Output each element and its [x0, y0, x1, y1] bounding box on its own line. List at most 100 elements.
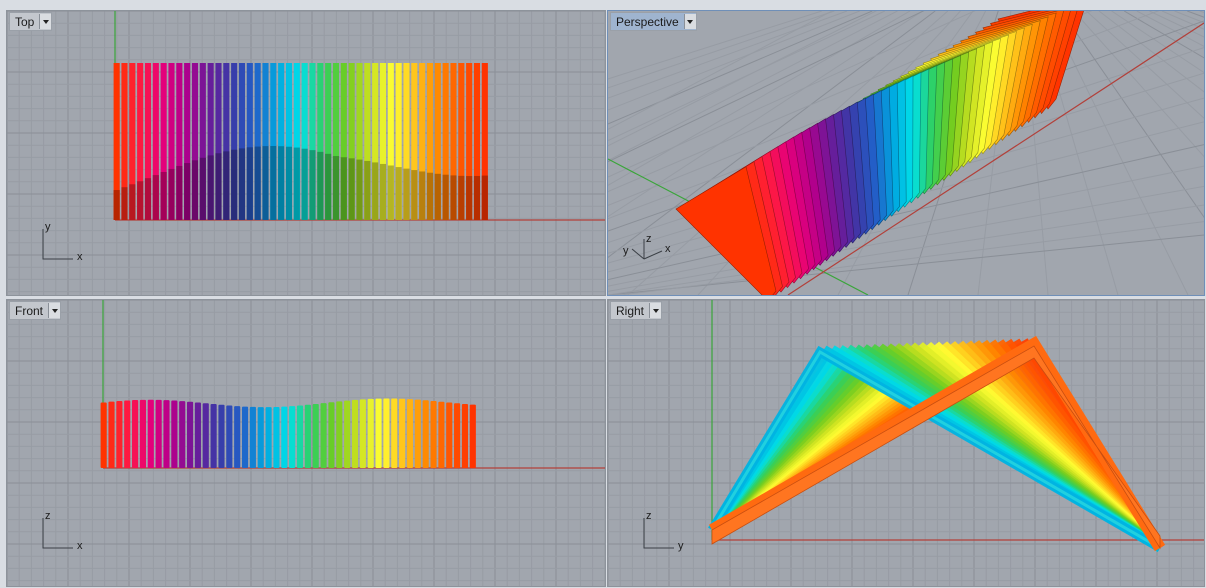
fin-top-shade	[364, 160, 371, 220]
fin-front	[383, 398, 390, 468]
fin-top-shade	[207, 155, 214, 220]
fin-front	[116, 401, 123, 468]
fin-top-shade	[199, 157, 206, 220]
fin-top-shade	[137, 181, 144, 220]
perspective-viewport-canvas[interactable]	[608, 11, 1204, 295]
fin-top-shade	[419, 171, 426, 220]
fin-top-shade	[379, 163, 387, 220]
fin-front	[241, 406, 249, 468]
fin-top-shade	[270, 146, 277, 220]
fin-top-shade	[301, 148, 308, 220]
axis-gizmo: z y	[636, 506, 696, 556]
fin-top-shade	[332, 156, 340, 220]
right-viewport[interactable]: Right z y	[607, 299, 1205, 587]
fin-front	[257, 407, 264, 468]
fin-front	[391, 398, 398, 468]
fin-top-shade	[285, 146, 293, 220]
fin-top-shade	[387, 165, 394, 220]
fin-front	[281, 406, 288, 468]
fin-top-shade	[184, 163, 191, 220]
fin-front	[108, 401, 115, 468]
axis-label-vertical: y	[45, 221, 51, 233]
viewport-tab-perspective[interactable]: Perspective	[610, 12, 697, 31]
fin-front	[163, 400, 170, 468]
fin-front	[171, 400, 178, 468]
axis-gizmo: z x y	[622, 225, 682, 275]
fin-front	[469, 404, 476, 468]
fin-front	[296, 405, 304, 468]
fin-top-shade	[348, 158, 355, 220]
fin-top-shade	[356, 159, 363, 220]
fin-top-shade	[372, 162, 379, 220]
fin-front	[461, 403, 469, 468]
fin-front	[210, 404, 217, 468]
fin-front	[186, 401, 194, 468]
fin-front	[414, 399, 421, 468]
fin-top-shade	[403, 168, 410, 220]
fin-front	[328, 402, 335, 468]
fin-top-shade	[293, 147, 300, 220]
axis-label-horizontal: x	[77, 251, 83, 263]
viewport-tab-front[interactable]: Front	[9, 301, 62, 320]
chevron-down-icon[interactable]	[39, 14, 52, 29]
fin-top-shade	[152, 175, 159, 220]
fin-front	[320, 403, 327, 468]
fin-top-shade	[129, 184, 136, 220]
axis-label-y: y	[623, 245, 629, 257]
fin-top-shade	[278, 146, 285, 220]
perspective-viewport[interactable]: Perspective z x y	[607, 10, 1205, 296]
fin-top-shade	[442, 174, 449, 220]
axis-label-vertical: z	[646, 510, 652, 522]
fin-front	[273, 406, 280, 468]
fin-front	[289, 406, 296, 468]
fin-front	[132, 400, 139, 468]
viewport-tab-right[interactable]: Right	[610, 301, 663, 320]
fin-front	[344, 400, 351, 468]
fin-front	[265, 407, 272, 468]
fin-front	[336, 401, 343, 468]
viewport-tab-label: Right	[616, 303, 645, 318]
axis-gizmo: z x	[37, 506, 97, 556]
fin-top-shade	[144, 178, 152, 220]
viewport-layout: Top y x Perspective z x y Front z x Righ…	[0, 0, 1206, 588]
fin-top-shade	[395, 167, 402, 220]
fin-top-shade	[411, 170, 418, 220]
viewport-tab-label: Top	[15, 14, 35, 29]
fin-front	[218, 404, 225, 468]
viewport-tab-top[interactable]: Top	[9, 12, 53, 31]
fin-front	[422, 400, 429, 468]
axis-label-vertical: z	[45, 510, 51, 522]
right-viewport-canvas[interactable]	[608, 300, 1204, 586]
fin-top-shade	[262, 146, 269, 220]
axis-gizmo-icon	[643, 518, 674, 549]
viewport-tab-label: Perspective	[616, 14, 679, 29]
chevron-down-icon[interactable]	[649, 303, 662, 318]
top-viewport[interactable]: Top y x	[6, 10, 606, 296]
fin-front	[367, 398, 374, 468]
fin-top-shade	[168, 168, 175, 220]
viewport-tab-label: Front	[15, 303, 44, 318]
fin-top-shade	[231, 149, 238, 220]
axis-label-z: z	[646, 233, 652, 245]
fin-front	[438, 401, 445, 468]
fin-front	[100, 402, 107, 468]
fin-front	[406, 399, 414, 468]
chevron-down-icon[interactable]	[683, 14, 696, 29]
fin-top-shade	[309, 150, 316, 220]
fin-top-shade	[340, 157, 347, 220]
fin-front	[430, 400, 437, 468]
chevron-down-icon[interactable]	[48, 303, 61, 318]
front-viewport[interactable]: Front z x	[6, 299, 606, 587]
fin-top-shade	[121, 187, 128, 220]
fin-top-shade	[466, 176, 473, 220]
fin-front	[454, 403, 461, 468]
fin-top-shade	[254, 146, 261, 220]
fin-front	[234, 406, 241, 468]
fin-top-shade	[317, 151, 324, 220]
fin-top-shade	[473, 175, 481, 220]
axis-gizmo: y x	[37, 221, 97, 271]
fin-top-shade	[223, 151, 230, 220]
fin-top-shade	[481, 175, 488, 220]
fin-top-shade	[434, 173, 441, 220]
fin-front	[375, 398, 382, 468]
